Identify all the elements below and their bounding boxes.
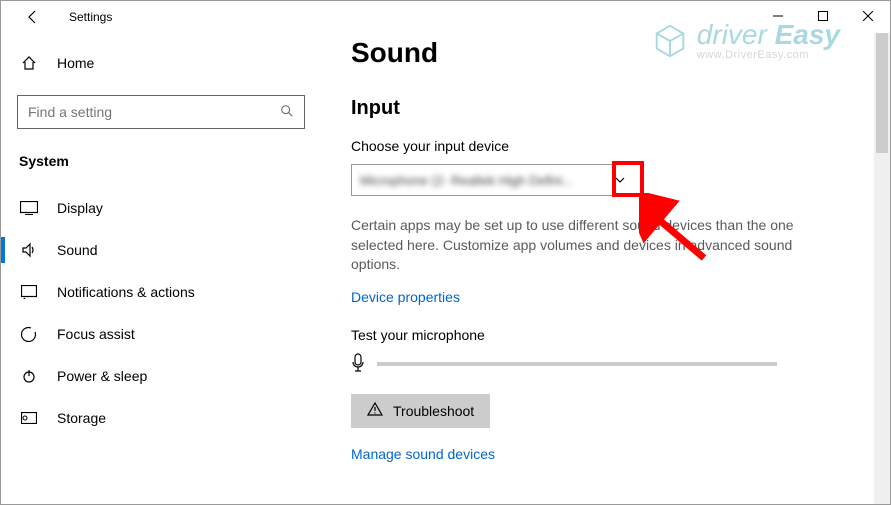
sidebar-category: System	[9, 145, 313, 187]
mic-level-bar	[377, 362, 777, 366]
mic-test-row	[351, 353, 860, 376]
manage-sound-devices-link[interactable]: Manage sound devices	[351, 446, 495, 462]
chevron-down-icon	[608, 166, 632, 194]
test-mic-label: Test your microphone	[351, 327, 860, 343]
sidebar-item-focus-assist[interactable]: Focus assist	[9, 313, 313, 355]
input-section-header: Input	[351, 97, 860, 120]
window-controls	[755, 1, 890, 31]
page-title: Sound	[351, 37, 860, 69]
device-properties-link[interactable]: Device properties	[351, 289, 460, 305]
notifications-icon	[19, 285, 39, 299]
search-icon	[280, 104, 294, 121]
power-icon	[19, 368, 39, 384]
sidebar-item-label: Sound	[57, 242, 97, 258]
warning-icon	[367, 402, 383, 419]
input-device-helper-text: Certain apps may be set up to use differ…	[351, 216, 801, 275]
search-input[interactable]	[28, 104, 254, 120]
sidebar-item-notifications[interactable]: Notifications & actions	[9, 271, 313, 313]
display-icon	[19, 201, 39, 215]
input-device-dropdown[interactable]: Microphone (2- Realtek High Defini...	[351, 164, 641, 196]
search-box[interactable]	[17, 95, 305, 129]
focus-assist-icon	[19, 326, 39, 342]
sidebar-item-label: Power & sleep	[57, 368, 147, 384]
home-icon	[19, 55, 39, 71]
troubleshoot-button[interactable]: Troubleshoot	[351, 394, 490, 428]
troubleshoot-label: Troubleshoot	[393, 403, 474, 419]
microphone-icon	[351, 353, 365, 376]
sidebar-item-label: Storage	[57, 410, 106, 426]
sidebar-item-label: Notifications & actions	[57, 284, 195, 300]
sidebar: Home System Display Sound Notifica	[1, 33, 321, 504]
close-button[interactable]	[845, 1, 890, 31]
sidebar-item-sound[interactable]: Sound	[9, 229, 313, 271]
sidebar-home[interactable]: Home	[9, 43, 313, 83]
back-button[interactable]	[17, 1, 49, 33]
sidebar-item-label: Display	[57, 200, 103, 216]
maximize-button[interactable]	[800, 1, 845, 31]
sidebar-item-display[interactable]: Display	[9, 187, 313, 229]
sidebar-item-storage[interactable]: Storage	[9, 397, 313, 439]
vertical-scrollbar[interactable]	[874, 33, 890, 504]
minimize-button[interactable]	[755, 1, 800, 31]
choose-device-label: Choose your input device	[351, 138, 860, 154]
home-label: Home	[57, 55, 94, 71]
main-content: Sound Input Choose your input device Mic…	[321, 33, 890, 504]
scrollbar-thumb[interactable]	[876, 33, 888, 153]
sidebar-item-power-sleep[interactable]: Power & sleep	[9, 355, 313, 397]
sound-icon	[19, 242, 39, 258]
sidebar-item-label: Focus assist	[57, 326, 135, 342]
window-title: Settings	[69, 10, 112, 24]
storage-icon	[19, 412, 39, 424]
dropdown-selected-value: Microphone (2- Realtek High Defini...	[360, 173, 573, 188]
